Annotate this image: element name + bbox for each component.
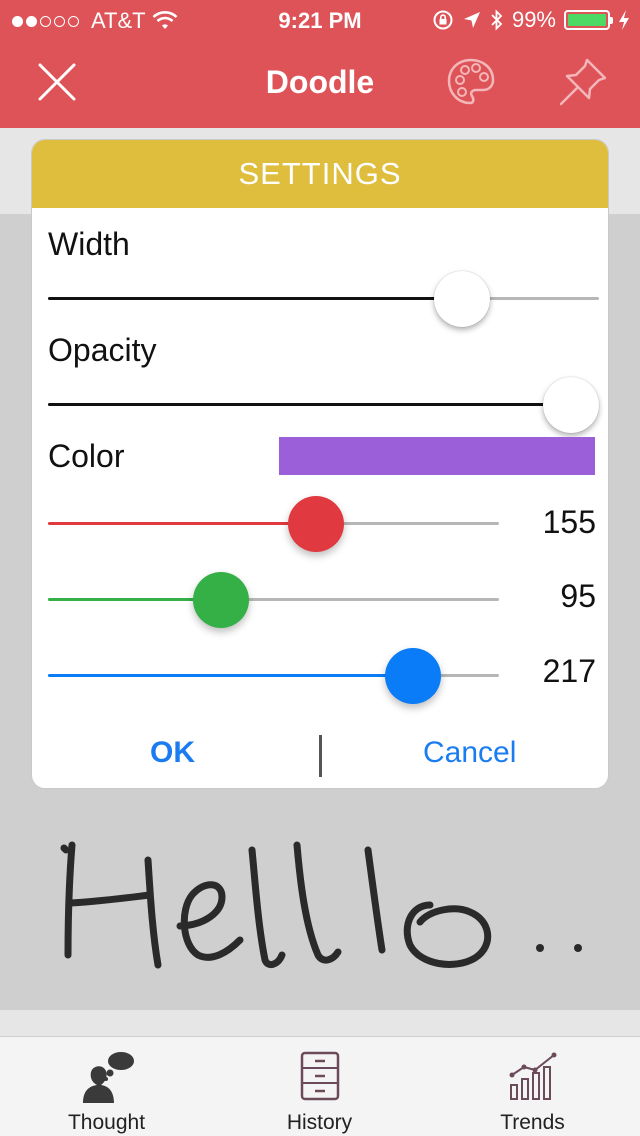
- button-divider: [319, 735, 322, 777]
- tab-label-history: History: [286, 1111, 353, 1134]
- tab-history[interactable]: History: [213, 1037, 426, 1136]
- status-bar: AT&T 9:21 PM 99%: [0, 0, 640, 40]
- bluetooth-icon: [491, 9, 503, 31]
- settings-dialog: SETTINGS Width Opacity Color 155 95 217 …: [31, 139, 609, 789]
- blue-value: 217: [542, 653, 596, 689]
- rotation-lock-icon: [433, 10, 453, 30]
- pin-icon: [559, 58, 607, 106]
- top-bar: AT&T 9:21 PM 99% Doodle: [0, 0, 640, 128]
- red-slider-thumb[interactable]: [288, 496, 344, 552]
- pin-button[interactable]: [553, 52, 613, 112]
- palette-icon: [447, 58, 495, 105]
- thought-bubble-icon: [82, 1052, 134, 1103]
- width-slider-fill: [48, 297, 462, 300]
- battery-icon: [564, 10, 613, 30]
- tab-bar: Thought History Trends: [0, 1036, 640, 1136]
- tab-trends[interactable]: Trends: [426, 1037, 639, 1136]
- charging-bolt-icon: [619, 10, 629, 30]
- green-slider-thumb[interactable]: [193, 572, 249, 628]
- blue-slider-thumb[interactable]: [385, 648, 441, 704]
- settings-header: SETTINGS: [32, 140, 608, 208]
- battery-percent: 99%: [511, 7, 556, 32]
- width-slider[interactable]: [48, 271, 599, 327]
- opacity-slider-thumb[interactable]: [543, 377, 599, 433]
- blue-slider-fill: [48, 674, 413, 677]
- tab-label-thought: Thought: [67, 1111, 146, 1134]
- tab-label-trends: Trends: [500, 1111, 565, 1134]
- ok-button[interactable]: OK: [150, 736, 195, 770]
- opacity-label: Opacity: [48, 332, 157, 368]
- green-slider[interactable]: [48, 572, 499, 628]
- opacity-slider-fill: [48, 403, 571, 406]
- color-swatch: [279, 437, 595, 475]
- palette-button[interactable]: [441, 52, 501, 112]
- blue-slider[interactable]: [48, 648, 499, 704]
- tab-thought[interactable]: Thought: [0, 1037, 213, 1136]
- file-cabinet-icon: [300, 1051, 339, 1101]
- green-value: 95: [560, 578, 596, 614]
- location-arrow-icon: [463, 12, 480, 28]
- red-slider-fill: [48, 522, 316, 525]
- doodle-canvas[interactable]: [0, 800, 640, 1010]
- red-slider[interactable]: [48, 496, 499, 552]
- cancel-button[interactable]: Cancel: [423, 736, 516, 770]
- status-right: 99%: [432, 7, 630, 33]
- width-label: Width: [48, 226, 130, 262]
- red-value: 155: [542, 504, 596, 540]
- trend-chart-icon: [509, 1052, 556, 1100]
- page-title: Doodle: [265, 64, 375, 100]
- color-label: Color: [48, 438, 125, 474]
- page-band-bottom: [0, 1010, 640, 1036]
- opacity-slider[interactable]: [48, 377, 599, 433]
- width-slider-thumb[interactable]: [434, 271, 490, 327]
